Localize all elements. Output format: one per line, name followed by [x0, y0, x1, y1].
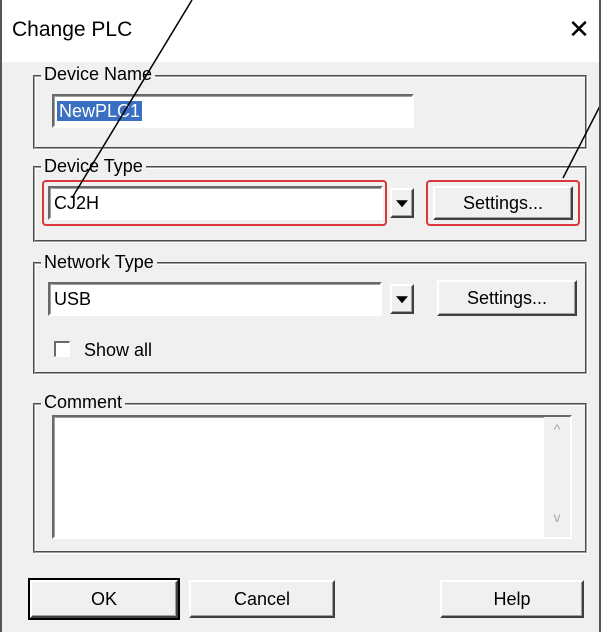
network-type-legend: Network Type	[41, 252, 157, 272]
device-type-settings-button[interactable]: Settings...	[433, 186, 573, 220]
comment-scrollbar[interactable]: ^ v	[544, 417, 570, 537]
help-button[interactable]: Help	[440, 580, 584, 618]
device-type-legend: Device Type	[41, 156, 146, 176]
device-name-input[interactable]: NewPLC1	[52, 94, 414, 128]
show-all-label: Show all	[84, 340, 153, 360]
dialog-title: Change PLC	[12, 18, 133, 41]
network-type-value: USB	[54, 289, 92, 309]
device-name-legend: Device Name	[41, 64, 156, 84]
chevron-down-icon	[396, 296, 408, 304]
chevron-down-icon	[396, 200, 408, 208]
window-border-left	[0, 0, 2, 632]
scroll-up-icon[interactable]: ^	[544, 421, 570, 437]
device-name-value: NewPLC1	[57, 101, 143, 121]
cancel-button[interactable]: Cancel	[189, 580, 335, 618]
close-icon[interactable]: ✕	[566, 14, 592, 44]
network-type-dropdown-arrow[interactable]	[390, 284, 414, 314]
show-all-checkbox[interactable]	[54, 341, 70, 357]
device-type-dropdown-arrow[interactable]	[390, 188, 414, 218]
device-type-value: CJ2H	[54, 193, 100, 213]
network-type-select[interactable]: USB	[48, 282, 382, 316]
device-type-select[interactable]: CJ2H	[48, 186, 383, 220]
ok-button[interactable]: OK	[28, 578, 180, 620]
network-type-settings-button[interactable]: Settings...	[437, 280, 577, 316]
scroll-down-icon[interactable]: v	[544, 509, 570, 525]
comment-textarea[interactable]	[52, 415, 572, 539]
comment-legend: Comment	[41, 392, 126, 412]
